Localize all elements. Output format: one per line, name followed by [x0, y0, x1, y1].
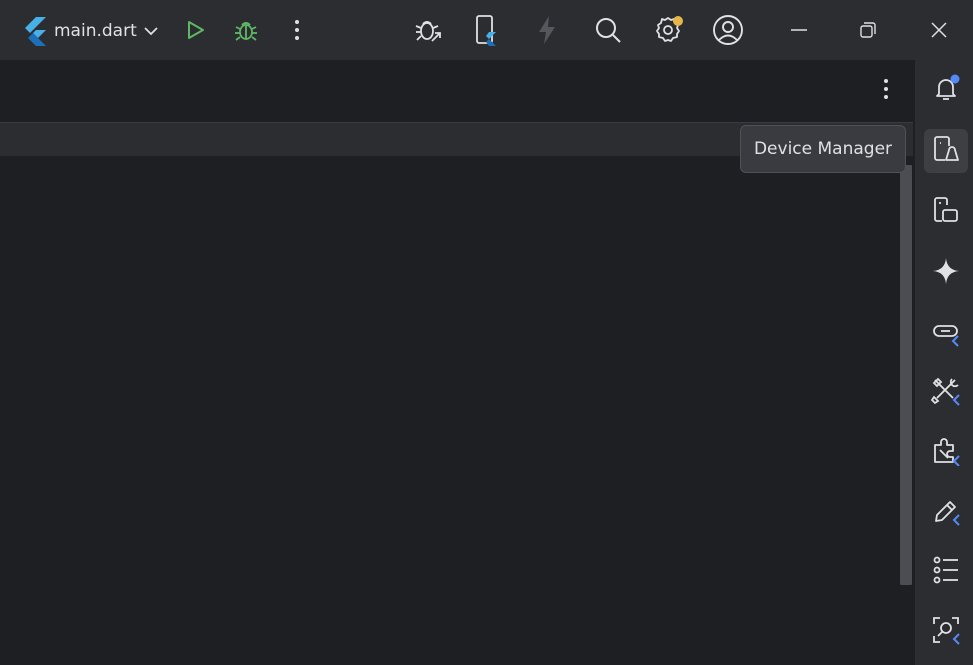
- more-vertical-icon: [294, 19, 300, 41]
- lightning-icon: [536, 15, 558, 45]
- run-button[interactable]: [177, 12, 213, 48]
- gemini-sparkle-icon: [932, 257, 960, 289]
- flutter-device-icon: [474, 14, 498, 46]
- close-icon: [930, 21, 948, 39]
- right-tool-window-bar: [914, 60, 973, 665]
- flutter-devtools-extensions-button[interactable]: [924, 431, 968, 475]
- search-icon: [594, 16, 622, 44]
- flutter-deep-links-button[interactable]: [924, 312, 968, 356]
- run-configuration-label: main.dart: [54, 21, 137, 41]
- notifications-icon: [931, 73, 961, 107]
- profile-button[interactable]: [710, 12, 746, 48]
- device-manager-tooltip: Device Manager: [740, 125, 906, 173]
- gemini-button[interactable]: [924, 251, 968, 295]
- editor-more-options-button[interactable]: [870, 75, 902, 107]
- minimize-icon: [790, 28, 808, 32]
- debug-button[interactable]: [228, 12, 264, 48]
- flutter-deep-links-icon: [931, 317, 961, 351]
- structure-button[interactable]: [924, 550, 968, 594]
- chevron-down-icon: [143, 23, 159, 39]
- attach-debugger-button[interactable]: [410, 12, 446, 48]
- debug-icon: [233, 17, 259, 43]
- flutter-inspector-button[interactable]: [924, 371, 968, 415]
- editor-toolbar: [0, 61, 913, 123]
- running-devices-icon: [931, 195, 961, 229]
- close-button[interactable]: [921, 12, 957, 48]
- hot-reload-button[interactable]: [529, 12, 565, 48]
- device-selector-button[interactable]: [468, 12, 504, 48]
- vertical-scrollbar[interactable]: [900, 165, 912, 585]
- flutter-inspector-icon: [930, 376, 961, 410]
- device-manager-button[interactable]: [924, 129, 968, 173]
- flutter-property-editor-icon: [931, 496, 961, 530]
- restore-button[interactable]: [850, 12, 886, 48]
- notifications-button[interactable]: [924, 68, 968, 112]
- more-vertical-icon: [883, 78, 889, 104]
- run-icon: [184, 19, 206, 41]
- flutter-widget-finder-icon: [931, 615, 961, 649]
- editor-area[interactable]: [0, 156, 913, 665]
- flutter-logo-icon: [22, 16, 48, 46]
- flutter-devtools-extensions-icon: [931, 436, 961, 470]
- attach-debugger-icon: [413, 15, 443, 45]
- structure-list-icon: [931, 555, 961, 589]
- title-bar: main.dart: [0, 0, 973, 60]
- flutter-widget-finder-button[interactable]: [924, 610, 968, 654]
- flutter-property-editor-button[interactable]: [924, 491, 968, 535]
- search-button[interactable]: [590, 12, 626, 48]
- run-configuration-selector[interactable]: main.dart: [18, 14, 163, 48]
- more-actions-button[interactable]: [279, 12, 315, 48]
- minimize-button[interactable]: [781, 12, 817, 48]
- device-manager-icon: [931, 134, 961, 168]
- restore-icon: [859, 21, 877, 39]
- settings-button[interactable]: [650, 12, 686, 48]
- profile-icon: [712, 14, 744, 46]
- settings-icon: [653, 15, 683, 45]
- running-devices-button[interactable]: [924, 190, 968, 234]
